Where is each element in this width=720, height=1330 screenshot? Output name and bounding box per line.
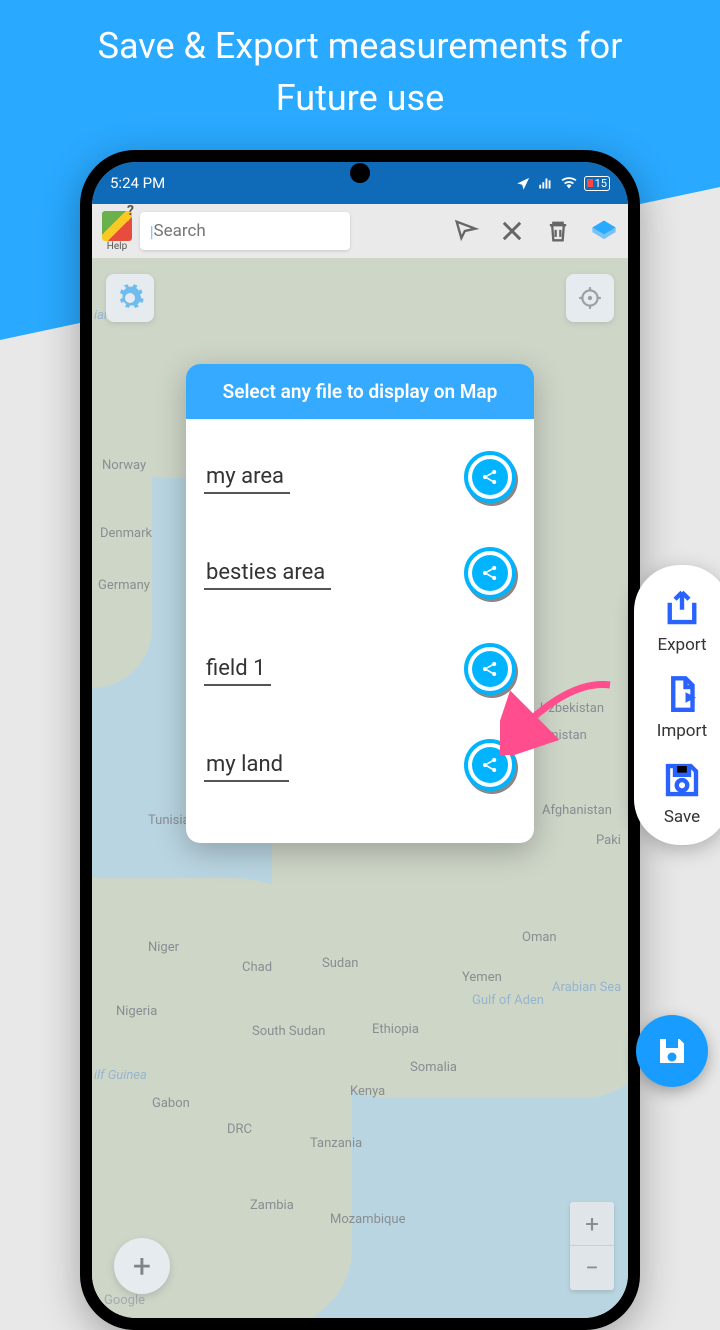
search-input[interactable]: [154, 221, 376, 241]
file-row[interactable]: my area: [204, 429, 516, 525]
export-icon: [661, 587, 703, 629]
side-panel: Export Import Save: [634, 565, 720, 845]
share-icon: [480, 467, 500, 487]
save-button[interactable]: Save: [661, 759, 703, 827]
battery-indicator: 15: [584, 176, 610, 191]
promo-line2: Future use: [276, 77, 444, 119]
phone-notch: [350, 163, 370, 183]
export-button[interactable]: Export: [657, 587, 706, 655]
help-button[interactable]: Help: [102, 211, 132, 252]
disk-icon: [654, 1033, 690, 1069]
file-name: besties area: [204, 557, 331, 590]
file-row[interactable]: my land: [204, 717, 516, 813]
file-name: field 1: [204, 653, 271, 686]
save-label: Save: [664, 807, 700, 827]
app-toolbar: Help |: [92, 204, 628, 258]
dialog-body: my area besties area field 1 my land: [186, 419, 534, 843]
save-fab[interactable]: [636, 1015, 708, 1087]
export-label: Export: [657, 635, 706, 655]
help-icon: [102, 211, 132, 241]
close-icon[interactable]: [498, 217, 526, 245]
share-icon: [480, 659, 500, 679]
file-row[interactable]: besties area: [204, 525, 516, 621]
layers-icon[interactable]: [590, 217, 618, 245]
search-box[interactable]: |: [140, 212, 350, 250]
trash-icon[interactable]: [544, 217, 572, 245]
location-arrow-icon: [516, 176, 531, 191]
share-button[interactable]: [464, 451, 516, 503]
share-icon: [480, 755, 500, 775]
share-button[interactable]: [464, 547, 516, 599]
file-name: my area: [204, 461, 290, 494]
status-icons: 15: [516, 176, 610, 191]
import-label: Import: [657, 721, 708, 741]
wifi-icon: [560, 176, 578, 191]
promo-title: Save & Export measurements for Future us…: [0, 20, 720, 124]
file-name: my land: [204, 749, 289, 782]
share-icon: [480, 563, 500, 583]
import-button[interactable]: Import: [657, 673, 708, 741]
file-row[interactable]: field 1: [204, 621, 516, 717]
dialog-title: Select any file to display on Map: [186, 364, 534, 419]
file-dialog: Select any file to display on Map my are…: [186, 364, 534, 843]
status-time: 5:24 PM: [110, 174, 165, 192]
promo-line1: Save & Export measurements for: [98, 25, 623, 67]
undo-icon[interactable]: [452, 217, 480, 245]
signal-icon: [537, 176, 554, 191]
help-label: Help: [107, 241, 127, 252]
save-icon: [661, 759, 703, 801]
import-icon: [661, 673, 703, 715]
callout-arrow: [500, 675, 620, 755]
